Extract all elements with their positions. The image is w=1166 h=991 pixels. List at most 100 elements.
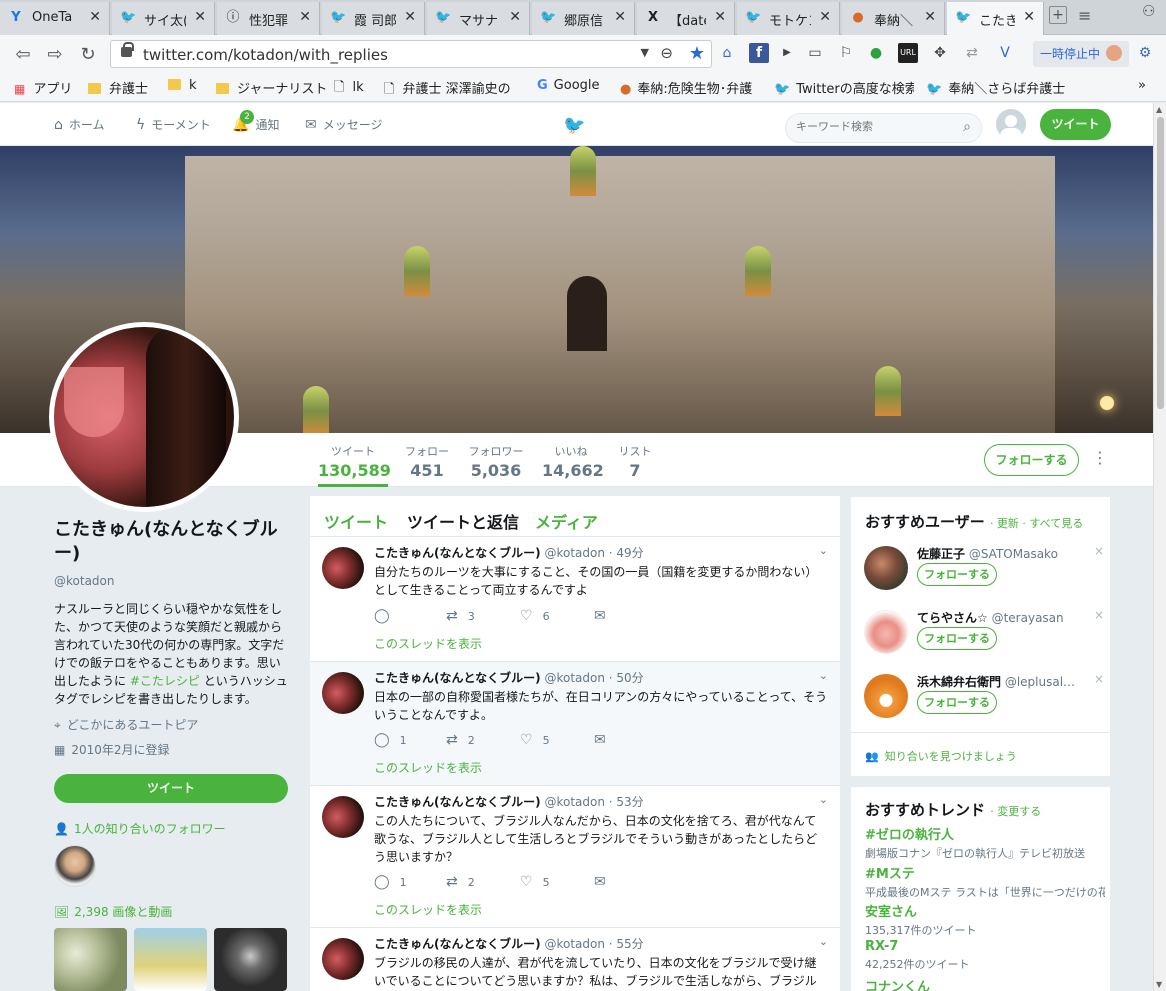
- tab-media[interactable]: メディア: [535, 509, 598, 533]
- retweet-button[interactable]: ⇄ 3: [446, 608, 475, 624]
- chevron-down-icon[interactable]: ⌄: [819, 669, 828, 682]
- bookmark-twitter[interactable]: 🐦 奉納＼さらば弁護士: [926, 78, 1066, 97]
- browser-tab[interactable]: 🐦 霞 司郎 ✕: [322, 2, 425, 35]
- browser-tab[interactable]: 🐦 サイ太(✕: [112, 2, 215, 35]
- tweet-button[interactable]: ツイート: [1040, 109, 1111, 140]
- profile-avatar[interactable]: [49, 322, 239, 512]
- close-icon[interactable]: ✕: [509, 9, 521, 25]
- tab-tweets[interactable]: ツイート: [324, 509, 388, 533]
- nav-home[interactable]: ⌂ ホーム: [54, 116, 105, 133]
- more-options-icon[interactable]: ⋮: [1092, 448, 1108, 467]
- tweet[interactable]: こたきゅん(なんとなくブルー) @kotadon · 53分 ⌄ この人たちにつ…: [310, 786, 840, 928]
- show-thread-link[interactable]: このスレッドを表示: [374, 635, 482, 652]
- sync-icon[interactable]: ⇄: [962, 43, 982, 63]
- close-icon[interactable]: ×: [1094, 608, 1104, 622]
- show-thread-link[interactable]: このスレッドを表示: [374, 901, 482, 918]
- refresh-link[interactable]: · 更新 · すべて見る: [990, 517, 1083, 530]
- follow-button[interactable]: フォローする: [917, 627, 997, 650]
- like-button[interactable]: ♡ 6: [520, 608, 550, 624]
- dm-button[interactable]: ✉: [594, 874, 616, 890]
- home-icon[interactable]: ⌂: [717, 43, 737, 63]
- tweet[interactable]: こたきゅん(なんとなくブルー) @kotadon · 50分 ⌄ 日本の一部の自…: [310, 662, 840, 786]
- zoom-icon[interactable]: ⊖: [660, 44, 673, 62]
- forward-icon[interactable]: ⇨: [44, 44, 66, 65]
- stat-followers[interactable]: フォロワー 5,036: [466, 443, 526, 480]
- like-button[interactable]: ♡ 5: [520, 732, 550, 748]
- avatar[interactable]: [864, 610, 908, 654]
- tweet-avatar[interactable]: [322, 938, 364, 980]
- chevron-down-icon[interactable]: ⌄: [819, 544, 828, 557]
- close-icon[interactable]: ×: [1094, 544, 1104, 558]
- browser-tab[interactable]: ● 奉納＼ ✕: [842, 2, 945, 35]
- avatar[interactable]: [864, 674, 908, 718]
- profile-icon[interactable]: ⚇: [1142, 2, 1155, 20]
- vivaldi-icon[interactable]: V: [995, 43, 1015, 63]
- trend-item[interactable]: 安室さん 135,317件のツイート: [865, 901, 1105, 938]
- suggested-user[interactable]: 佐藤正子 @SATOMasako フォローする ×: [864, 544, 1104, 601]
- scroll-down-icon[interactable]: ▼: [1156, 980, 1162, 989]
- suggested-user[interactable]: てらやさん☆ @terayasan フォローする ×: [864, 608, 1104, 665]
- close-icon[interactable]: ✕: [89, 9, 101, 25]
- find-friends-link[interactable]: 👥 知り合いを見つけましょう: [851, 732, 1110, 776]
- bookmark-icon[interactable]: ⚐: [836, 43, 856, 63]
- browser-tab[interactable]: Y OneTa ✕: [0, 2, 110, 35]
- tab-tweets-replies[interactable]: ツイートと返信: [407, 509, 519, 533]
- arrow-icon[interactable]: ▶: [777, 43, 797, 63]
- reply-button[interactable]: ◯ 1: [374, 874, 407, 890]
- nav-notifications[interactable]: 🔔 通知: [232, 116, 279, 133]
- bookmark-google[interactable]: G Google: [537, 78, 600, 93]
- search-icon[interactable]: ⌕: [963, 119, 971, 135]
- bookmark-folder[interactable]: 弁護士: [88, 78, 148, 97]
- bookmark-page[interactable]: ● 奉納:危険生物･弁護: [620, 78, 788, 97]
- new-tab-icon[interactable]: +: [1049, 6, 1067, 24]
- media-thumbnail[interactable]: [134, 928, 207, 991]
- change-trends-link[interactable]: · 変更する: [990, 805, 1041, 818]
- follower-avatar[interactable]: [54, 845, 96, 887]
- nav-messages[interactable]: ✉ メッセージ: [305, 116, 383, 133]
- close-icon[interactable]: ✕: [299, 9, 311, 25]
- browser-tab[interactable]: 🐦モトケン✕: [737, 2, 840, 35]
- browser-tab-active[interactable]: 🐦 こたき ✕: [947, 2, 1044, 35]
- stat-likes[interactable]: いいね 14,662: [542, 443, 604, 480]
- close-icon[interactable]: ✕: [714, 9, 726, 25]
- trend-item[interactable]: RX-7 42,252件のツイート: [865, 939, 1105, 972]
- scrollbar-thumb[interactable]: [1157, 117, 1164, 409]
- page-scrollbar[interactable]: ▲ ▼: [1153, 103, 1166, 991]
- search-input[interactable]: [796, 120, 946, 133]
- trend-item[interactable]: #ゼロの執行人 劇場版コナン『ゼロの執行人』テレビ初放送: [865, 824, 1105, 861]
- profile-tweet-button[interactable]: ツイート: [54, 774, 288, 803]
- browser-tab[interactable]: ⓘ 性犯罪 ✕: [217, 2, 320, 35]
- close-icon[interactable]: ✕: [194, 9, 206, 25]
- tweet[interactable]: こたきゅん(なんとなくブルー) @kotadon · 55分 ⌄ ブラジルの移民…: [310, 928, 840, 991]
- hashtag-link[interactable]: #こたレシピ: [130, 674, 200, 688]
- show-thread-link[interactable]: このスレッドを表示: [374, 759, 482, 776]
- nav-moments[interactable]: ϟ モーメント: [136, 116, 211, 133]
- pause-button[interactable]: 一時停止中: [1033, 41, 1129, 67]
- trend-item[interactable]: #Mステ 平成最後のMステ ラストは「世界に一つだけの花」: [865, 863, 1105, 900]
- bookmark-folder[interactable]: ジャーナリスト: [216, 78, 327, 97]
- bookmark-star-icon[interactable]: ★: [689, 43, 705, 64]
- bookmark-page[interactable]: 🗋 弁護士 深澤諭史の: [384, 78, 524, 102]
- tweet[interactable]: こたきゅん(なんとなくブルー) @kotadon · 49分 ⌄ 自分たちのルー…: [310, 537, 840, 662]
- reload-icon[interactable]: ↻: [77, 44, 99, 65]
- stat-lists[interactable]: リスト 7: [616, 443, 654, 480]
- retweet-button[interactable]: ⇄ 2: [446, 732, 475, 748]
- scroll-up-icon[interactable]: ▲: [1156, 105, 1162, 114]
- url-text[interactable]: twitter.com/kotadon/with_replies: [143, 46, 388, 64]
- chevron-down-icon[interactable]: ⌄: [819, 793, 828, 806]
- dm-button[interactable]: ✉: [594, 608, 616, 624]
- browser-tab[interactable]: 🐦 マサナ ✕: [427, 2, 530, 35]
- browser-tab[interactable]: X【date✕: [637, 2, 735, 35]
- close-icon[interactable]: ×: [1094, 672, 1104, 686]
- close-icon[interactable]: ✕: [819, 9, 831, 25]
- bookmarks-overflow[interactable]: »: [1138, 78, 1146, 93]
- tab-list-icon[interactable]: ≡: [1078, 6, 1091, 25]
- evernote-icon[interactable]: ●: [866, 43, 886, 63]
- tweet-avatar[interactable]: [322, 547, 364, 589]
- known-followers-link[interactable]: 👤 1人の知り合いのフォロワー: [54, 820, 226, 837]
- close-icon[interactable]: ✕: [404, 9, 416, 25]
- tweet-avatar[interactable]: [322, 796, 364, 838]
- search-box[interactable]: ⌕: [785, 113, 982, 143]
- address-bar[interactable]: twitter.com/kotadon/with_replies ▼ ⊖ ★: [110, 40, 712, 68]
- stat-following[interactable]: フォロー 451: [404, 443, 450, 480]
